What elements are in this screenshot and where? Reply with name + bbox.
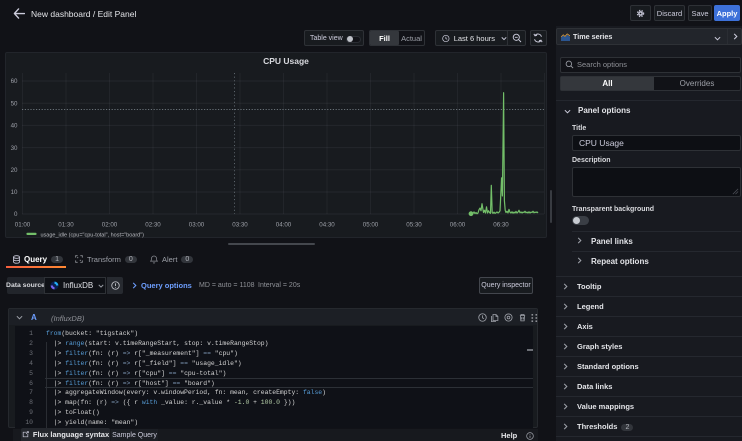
svg-text:05:30: 05:30 [406,221,422,228]
svg-text:05:00: 05:00 [363,221,379,228]
svg-text:03:30: 03:30 [232,221,248,228]
svg-text:20: 20 [11,167,18,174]
svg-text:60: 60 [11,78,18,85]
svg-text:10: 10 [11,189,18,196]
svg-text:40: 40 [11,123,18,130]
svg-text:01:00: 01:00 [15,221,31,228]
svg-text:usage_idle (cpu="cpu-total", h: usage_idle (cpu="cpu-total", host="board… [41,232,145,238]
svg-text:50: 50 [11,100,18,107]
svg-text:04:30: 04:30 [319,221,335,228]
svg-text:01:30: 01:30 [58,221,74,228]
svg-text:0: 0 [14,211,18,218]
svg-text:06:00: 06:00 [450,221,466,228]
svg-text:04:00: 04:00 [276,221,292,228]
svg-text:03:00: 03:00 [189,221,205,228]
svg-text:30: 30 [11,145,18,152]
svg-text:02:00: 02:00 [102,221,118,228]
svg-text:02:30: 02:30 [145,221,161,228]
svg-text:06:30: 06:30 [493,221,509,228]
